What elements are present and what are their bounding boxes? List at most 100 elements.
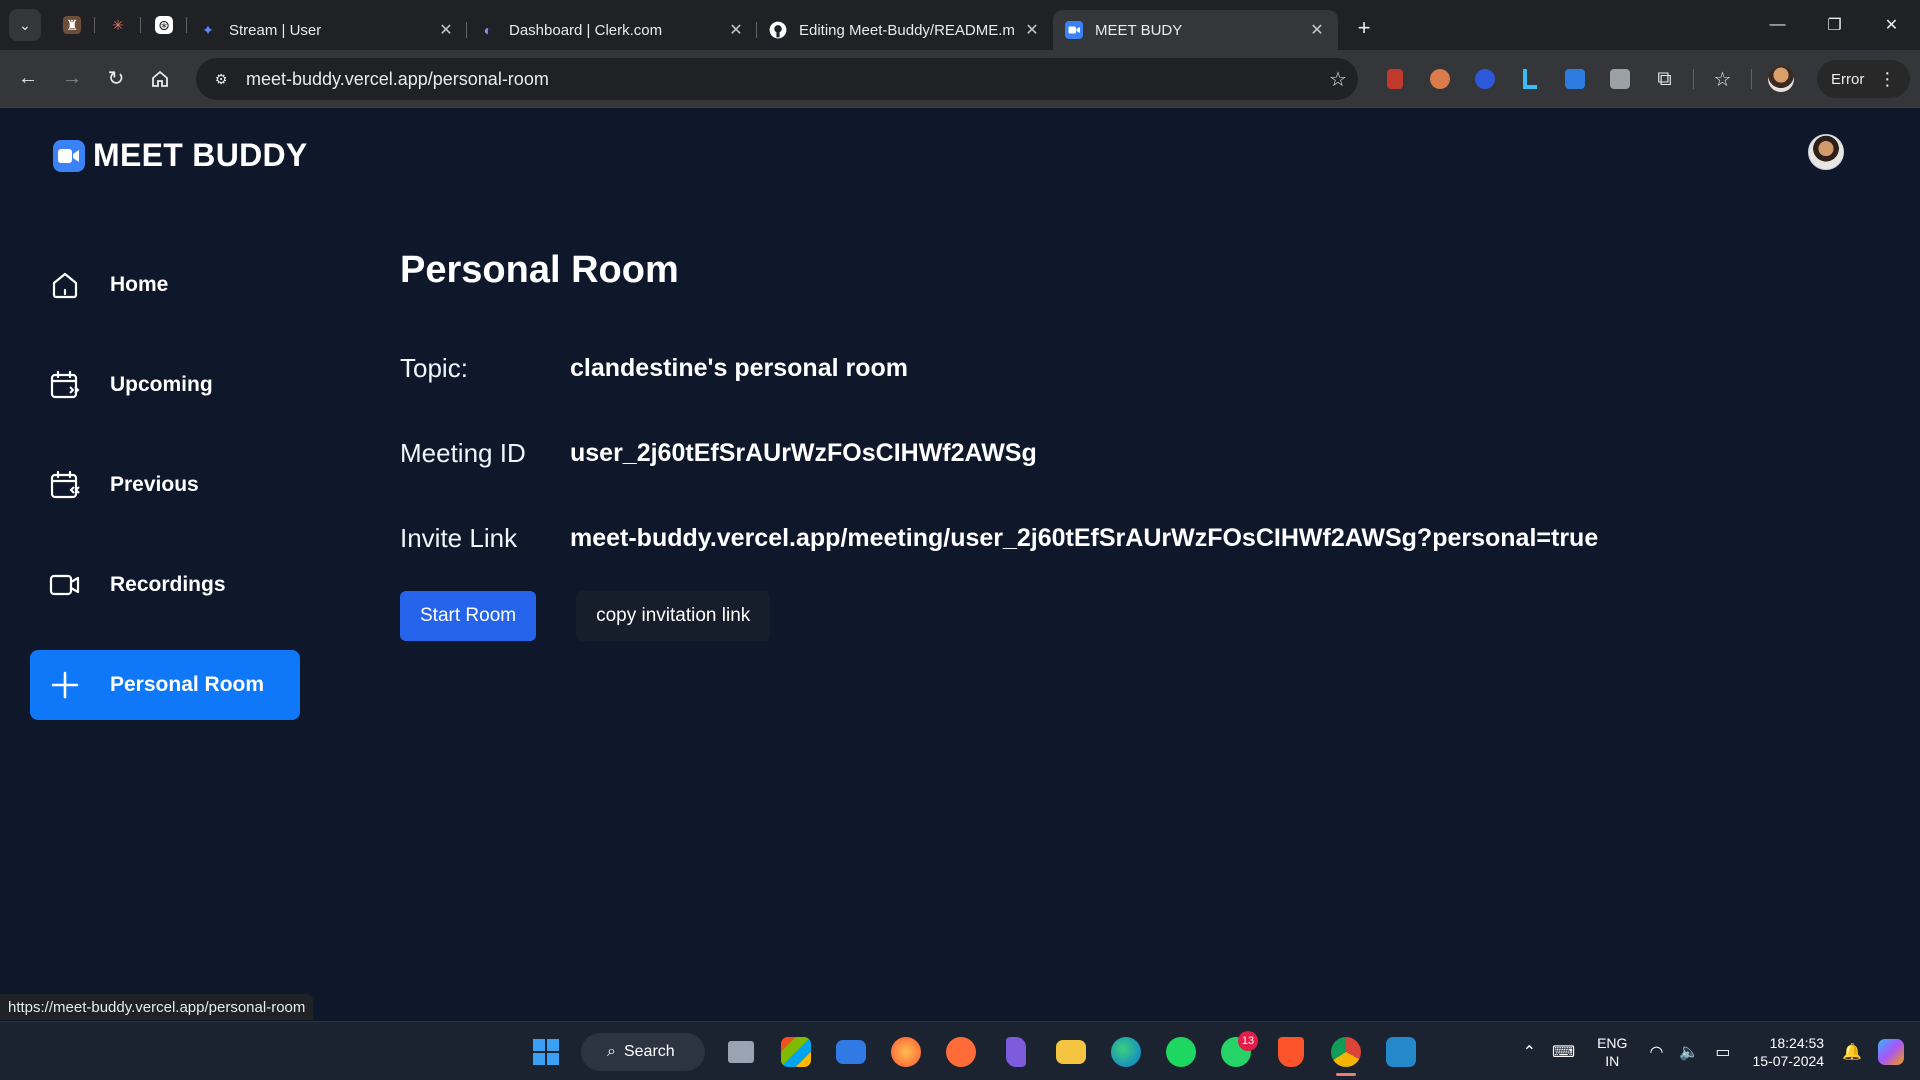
bookmark-extension-icon (1386, 69, 1403, 89)
error-menu-button[interactable]: Error ⋮ (1817, 60, 1911, 98)
sidebar-item-home[interactable]: Home (30, 250, 300, 320)
logo-text: MEET BUDDY (93, 137, 308, 173)
taskbar-task-view[interactable] (713, 1028, 768, 1076)
extensions-menu-button[interactable]: ⧉ (1642, 58, 1687, 100)
taskbar-chrome[interactable] (1318, 1028, 1373, 1076)
sidebar-item-personal-room[interactable]: Personal Room (30, 650, 300, 720)
tab-clerk-dashboard[interactable]: ◐ Dashboard | Clerk.com ✕ (467, 10, 757, 50)
home-icon (48, 268, 82, 302)
error-label: Error (1831, 70, 1865, 88)
extension-button[interactable] (1507, 58, 1552, 100)
copy-invitation-link-button[interactable]: copy invitation link (576, 591, 771, 641)
taskbar-whatsapp[interactable]: 13 (1208, 1028, 1263, 1076)
close-icon[interactable]: ✕ (1308, 20, 1326, 40)
back-button[interactable]: ← (6, 61, 50, 97)
region-code: IN (1605, 1052, 1620, 1069)
plus-icon (48, 668, 82, 702)
close-icon[interactable]: ✕ (727, 20, 745, 40)
extension-button[interactable] (1597, 58, 1642, 100)
language-indicator[interactable]: ENG IN (1583, 1034, 1641, 1070)
topic-row: Topic: clandestine's personal room (400, 326, 1598, 411)
tab-title: MEET BUDY (1095, 21, 1183, 39)
search-label: Search (623, 1042, 675, 1060)
sidebar-item-recordings[interactable]: Recordings (30, 550, 300, 620)
start-button[interactable] (518, 1028, 573, 1076)
tab-meet-buddy[interactable]: MEET BUDY ✕ (1053, 10, 1338, 50)
taskbar-firefox[interactable] (878, 1028, 933, 1076)
video-icon (48, 568, 82, 602)
taskbar-store[interactable] (768, 1028, 823, 1076)
tab-stream-user[interactable]: ✦ Stream | User ✕ (187, 10, 467, 50)
extension-button[interactable] (1417, 58, 1462, 100)
close-icon[interactable]: ✕ (1023, 20, 1041, 40)
browser-tab-strip: ⌄ ♜ ✳ ⊛ ✦ Stream | User ✕ ◐ Dashboard | … (0, 0, 1920, 50)
address-bar[interactable]: ⚙ meet-buddy.vercel.app/personal-room ☆ (196, 58, 1358, 100)
taskbar-brave[interactable] (1263, 1028, 1318, 1076)
close-icon[interactable]: ✕ (437, 20, 455, 40)
taskbar-obsidian[interactable] (988, 1028, 1043, 1076)
restore-icon[interactable]: ❐ (1806, 0, 1863, 50)
minimize-icon[interactable]: — (1749, 0, 1806, 50)
chatgpt-icon: ⊛ (155, 16, 173, 34)
video-camera-icon (53, 139, 85, 172)
pinned-app-icon: ♜ (63, 16, 81, 34)
sidebar-item-upcoming[interactable]: Upcoming (30, 350, 300, 420)
extension-button[interactable] (1372, 58, 1417, 100)
meeting-id-label: Meeting ID (400, 438, 526, 468)
star-list-icon: ☆ (1713, 68, 1732, 91)
app-logo[interactable]: MEET BUDDY (53, 137, 308, 174)
bookmarks-button[interactable]: ☆ (1700, 58, 1745, 100)
taskbar-search[interactable]: ⌕ Search (581, 1032, 705, 1071)
taskbar-file-explorer[interactable] (1043, 1028, 1098, 1076)
bookmark-star-icon[interactable]: ☆ (1318, 67, 1358, 92)
site-info-icon[interactable]: ⚙ (206, 64, 236, 94)
sidebar-item-label: Upcoming (110, 373, 213, 396)
notification-bell-icon[interactable]: 🔔 (1834, 1042, 1870, 1062)
stream-icon: ✦ (202, 21, 214, 38)
home-button[interactable] (138, 61, 182, 97)
clock-time: 18:24:53 (1769, 1034, 1825, 1051)
extensions-area: ⧉ ☆ Error ⋮ (1372, 58, 1911, 100)
chrome-icon (1330, 1036, 1361, 1067)
tab-search-dropdown-button[interactable]: ⌄ (9, 9, 41, 41)
forward-button[interactable]: → (50, 61, 94, 97)
url-text[interactable]: meet-buddy.vercel.app/personal-room (246, 69, 1318, 90)
obsidian-icon (1005, 1036, 1026, 1067)
app-root: MEET BUDDY Home Upcoming Previous Record… (0, 109, 1920, 1021)
taskbar-mail[interactable] (823, 1028, 878, 1076)
extension-button[interactable] (1552, 58, 1597, 100)
meeting-id-value: user_2j60tEfSrAUrWzFOsCIHWf2AWSg (570, 439, 1037, 467)
copilot-icon[interactable] (1870, 1038, 1920, 1065)
tab-github-readme[interactable]: Editing Meet-Buddy/README.m ✕ (757, 10, 1053, 50)
clock[interactable]: 18:24:53 15-07-2024 (1738, 1034, 1834, 1070)
pinned-tab-1[interactable]: ♜ (49, 7, 95, 43)
github-icon (769, 21, 787, 39)
user-avatar[interactable] (1808, 134, 1844, 170)
battery-icon[interactable]: ▭ (1707, 1042, 1738, 1062)
tab-title: Stream | User (229, 21, 322, 39)
keyboard-icon[interactable]: ⌨ (1544, 1042, 1583, 1062)
more-vert-icon: ⋮ (1878, 68, 1897, 89)
taskbar-edge[interactable] (1098, 1028, 1153, 1076)
glasses-extension-icon (1429, 69, 1450, 89)
window-close-icon[interactable]: ✕ (1863, 0, 1920, 50)
new-tab-button[interactable]: + (1346, 15, 1382, 41)
show-hidden-icons-chevron-icon[interactable]: ⌃ (1515, 1042, 1544, 1062)
task-view-icon (727, 1040, 754, 1063)
taskbar-postman[interactable] (933, 1028, 988, 1076)
postman-icon (945, 1036, 976, 1067)
claude-icon: ✳ (112, 16, 124, 33)
pinned-tab-2[interactable]: ✳ (95, 7, 141, 43)
volume-icon[interactable]: 🔈 (1671, 1042, 1707, 1062)
reload-button[interactable]: ↻ (94, 61, 138, 97)
sidebar-item-previous[interactable]: Previous (30, 450, 300, 520)
taskbar-spotify[interactable] (1153, 1028, 1208, 1076)
pinned-tab-3[interactable]: ⊛ (141, 7, 187, 43)
profile-button[interactable] (1758, 58, 1803, 100)
extension-button[interactable] (1462, 58, 1507, 100)
wifi-icon[interactable]: ◠ (1641, 1042, 1671, 1062)
taskbar-vscode[interactable] (1373, 1028, 1428, 1076)
firefox-icon (890, 1036, 921, 1067)
folder-icon (1055, 1039, 1086, 1064)
start-room-button[interactable]: Start Room (400, 591, 537, 641)
